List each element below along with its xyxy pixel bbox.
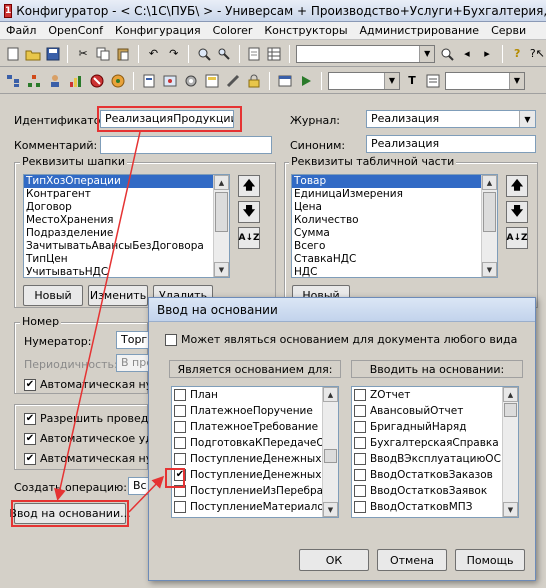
- arrow-to-basis-button: [54, 131, 141, 501]
- arrow-to-checkbox: [128, 475, 165, 513]
- annotation-arrows: [54, 131, 165, 513]
